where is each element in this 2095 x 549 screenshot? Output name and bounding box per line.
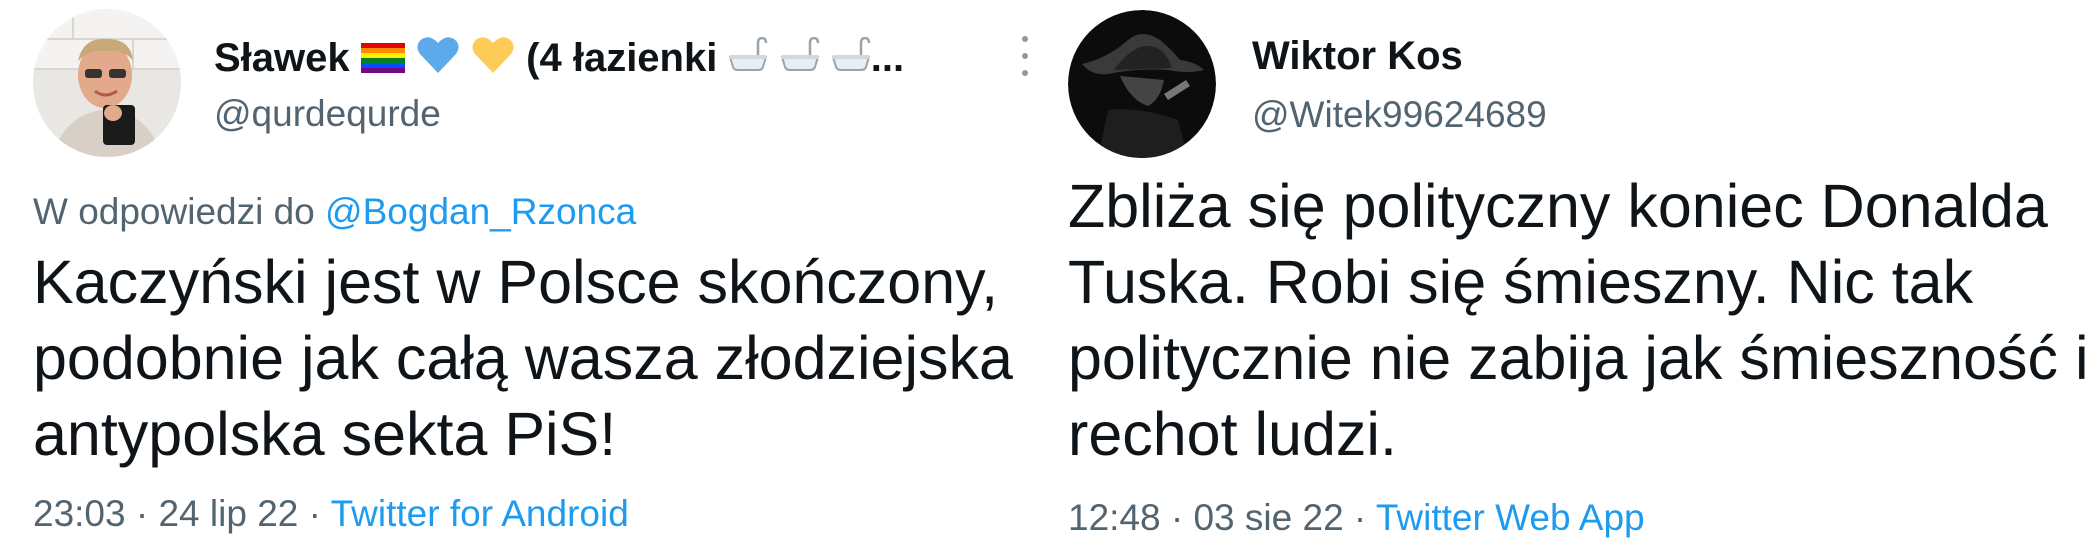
avatar-photo (33, 9, 181, 157)
tweet-text: Kaczyński jest w Polsce skończony, podob… (33, 248, 1013, 468)
tweet-card-2[interactable]: Wiktor Kos @Witek99624689 Zbliża się pol… (1048, 0, 2095, 549)
tweet-source-link[interactable]: Twitter for Android (331, 493, 629, 534)
reply-prefix: W odpowiedzi do (33, 191, 315, 232)
name-ellipsis: ... (870, 36, 905, 80)
tweet-time[interactable]: 23:03 (33, 493, 126, 534)
tweet-text: Zbliża się polityczny koniec Donalda Tus… (1068, 172, 2089, 468)
meta-separator: · (125, 493, 159, 534)
display-name-text: Sławek (214, 36, 350, 80)
display-name[interactable]: Sławek (4 łazienki ... (214, 34, 904, 86)
meta-separator: · (1343, 497, 1376, 538)
bathtub-icon (780, 36, 820, 84)
blue-heart-icon (416, 35, 460, 86)
more-vertical-icon[interactable] (1020, 36, 1030, 76)
yellow-heart-icon (471, 35, 515, 86)
bathtub-icon (831, 36, 871, 84)
avatar[interactable] (33, 9, 181, 157)
tweet-time[interactable]: 12:48 (1068, 497, 1161, 538)
display-name-suffix: (4 łazienki (526, 36, 718, 80)
tweet-date[interactable]: 24 lip 22 (158, 493, 298, 534)
meta-separator: · (1160, 497, 1194, 538)
tweet-meta: 23:03 · 24 lip 22 · Twitter for Android (33, 492, 629, 536)
reply-mention-link[interactable]: @Bogdan_Rzonca (325, 191, 636, 232)
tweet-date[interactable]: 03 sie 22 (1193, 497, 1343, 538)
tweet-meta: 12:48 · 03 sie 22 · Twitter Web App (1068, 496, 1645, 540)
bathtub-icon (728, 36, 768, 84)
tweet-card-1[interactable]: Sławek (4 łazienki ... @qurdequrde W odp… (0, 0, 1046, 549)
tweet-source-link[interactable]: Twitter Web App (1376, 497, 1645, 538)
user-handle[interactable]: @Witek99624689 (1252, 93, 1547, 137)
meta-separator: · (298, 493, 331, 534)
avatar[interactable] (1068, 10, 1216, 158)
rainbow-flag-icon (360, 36, 405, 84)
display-name[interactable]: Wiktor Kos (1252, 32, 1463, 80)
reply-context: W odpowiedzi do @Bogdan_Rzonca (33, 190, 636, 234)
user-handle[interactable]: @qurdequrde (214, 92, 441, 136)
avatar-photo (1068, 10, 1216, 158)
